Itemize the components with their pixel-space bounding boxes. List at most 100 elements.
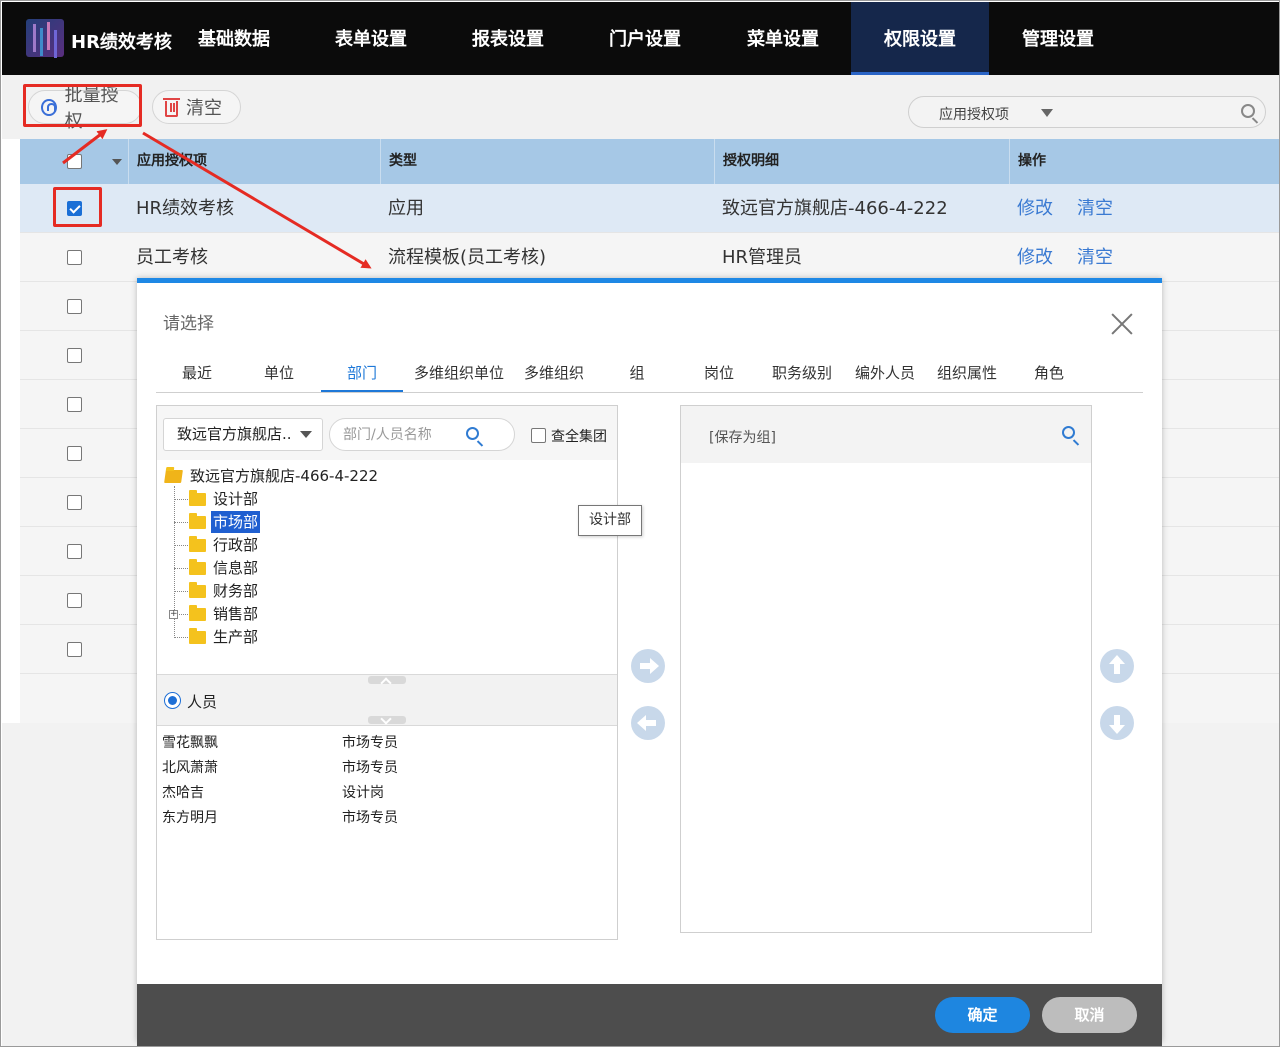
tab-group[interactable]: 组 bbox=[604, 353, 670, 392]
tab-multi-org[interactable]: 多维组织 bbox=[518, 353, 590, 392]
table-row[interactable]: HR绩效考核 应用 致远官方旗舰店-466-4-222 修改 清空 bbox=[20, 184, 1279, 233]
org-picker-panel: 致远官方旗舰店.. 查全集团 致远官方旗舰店-466-4-222 bbox=[156, 405, 618, 940]
tab-org-attributes[interactable]: 组织属性 bbox=[928, 353, 1006, 392]
folder-icon bbox=[189, 559, 206, 575]
app-window: HR绩效考核 基础数据 表单设置 报表设置 门户设置 菜单设置 权限设置 管理设… bbox=[0, 0, 1280, 1047]
folder-icon bbox=[189, 536, 206, 552]
row-checkbox[interactable] bbox=[67, 495, 82, 510]
tab-unit[interactable]: 单位 bbox=[246, 353, 312, 392]
cancel-button[interactable]: 取消 bbox=[1042, 997, 1137, 1033]
row-auth-item: HR绩效考核 bbox=[136, 198, 235, 219]
person-radio[interactable] bbox=[164, 692, 181, 709]
table-row[interactable]: 员工考核 流程模板(员工考核) HR管理员 修改 清空 bbox=[20, 233, 1279, 282]
annotation-highlight-batch-authorize bbox=[23, 84, 142, 127]
folder-icon bbox=[189, 513, 206, 529]
tree-root-node[interactable]: 致远官方旗舰店-466-4-222 bbox=[190, 465, 378, 487]
expand-plus-icon[interactable]: + bbox=[169, 610, 178, 619]
person-post: 市场专员 bbox=[342, 735, 398, 751]
nav-item-form-settings[interactable]: 表单设置 bbox=[320, 2, 422, 75]
tree-node-marketing-selected[interactable]: 市场部 bbox=[211, 511, 261, 533]
tree-node-sales[interactable]: 销售部 bbox=[213, 603, 258, 625]
search-all-group-label: 查全集团 bbox=[551, 429, 607, 445]
org-picker-header: 致远官方旗舰店.. 查全集团 bbox=[157, 406, 617, 460]
app-logo-icon bbox=[26, 19, 64, 57]
chevron-down-icon[interactable] bbox=[1041, 109, 1053, 117]
person-name: 北风萧萧 bbox=[162, 760, 218, 776]
tab-multi-org-unit[interactable]: 多维组织单位 bbox=[411, 353, 507, 392]
tab-recent[interactable]: 最近 bbox=[164, 353, 230, 392]
tab-department[interactable]: 部门 bbox=[321, 353, 403, 392]
select-dialog: 请选择 最近 单位 部门 多维组织单位 多维组织 组 岗位 职务级别 编外人员 … bbox=[137, 278, 1162, 1046]
search-field-select[interactable]: 应用授权项 bbox=[939, 104, 1009, 124]
person-radio-label: 人员 bbox=[187, 693, 218, 711]
add-right-arrow-icon[interactable] bbox=[631, 649, 665, 683]
select-all-checkbox[interactable] bbox=[67, 154, 82, 169]
row-type: 流程模板(员工考核) bbox=[388, 247, 547, 268]
dialog-tabs: 最近 单位 部门 多维组织单位 多维组织 组 岗位 职务级别 编外人员 组织属性… bbox=[156, 353, 1143, 393]
row-checkbox[interactable] bbox=[67, 250, 82, 265]
tab-external-staff[interactable]: 编外人员 bbox=[846, 353, 924, 392]
tab-job-level[interactable]: 职务级别 bbox=[764, 353, 840, 392]
move-up-arrow-icon[interactable] bbox=[1100, 649, 1134, 683]
tree-node-production[interactable]: 生产部 bbox=[213, 626, 258, 648]
tree-connector bbox=[174, 499, 188, 500]
row-checkbox[interactable] bbox=[67, 446, 82, 461]
nav-item-portal-settings[interactable]: 门户设置 bbox=[594, 2, 696, 75]
row-checkbox[interactable] bbox=[67, 397, 82, 412]
nav-item-basic-data[interactable]: 基础数据 bbox=[182, 2, 286, 75]
folder-icon bbox=[189, 628, 206, 644]
nav-item-report-settings[interactable]: 报表设置 bbox=[457, 2, 559, 75]
list-item[interactable]: 北风萧萧 市场专员 bbox=[157, 753, 617, 778]
search-box[interactable]: 应用授权项 bbox=[908, 96, 1266, 128]
column-header-auth-item: 应用授权项 bbox=[128, 139, 380, 184]
list-item[interactable]: 东方明月 市场专员 bbox=[157, 803, 617, 828]
tab-role[interactable]: 角色 bbox=[1016, 353, 1082, 392]
list-item[interactable]: 杰哈吉 设计岗 bbox=[157, 778, 617, 803]
clear-label: 清空 bbox=[186, 98, 222, 119]
folder-open-icon bbox=[164, 470, 183, 483]
dialog-title: 请选择 bbox=[163, 314, 214, 334]
expand-down-icon[interactable] bbox=[368, 716, 406, 724]
row-checkbox[interactable] bbox=[67, 642, 82, 657]
panel-splitter: 人员 bbox=[157, 674, 617, 726]
remove-left-arrow-icon[interactable] bbox=[631, 706, 665, 740]
nav-item-menu-settings[interactable]: 菜单设置 bbox=[732, 2, 834, 75]
move-down-arrow-icon[interactable] bbox=[1100, 706, 1134, 740]
close-icon[interactable] bbox=[1111, 313, 1133, 335]
confirm-button[interactable]: 确定 bbox=[935, 997, 1030, 1033]
column-header-auth-detail: 授权明细 bbox=[714, 139, 1009, 184]
search-icon[interactable] bbox=[466, 427, 479, 440]
save-as-group-link[interactable]: [保存为组] bbox=[709, 427, 776, 447]
row-checkbox[interactable] bbox=[67, 544, 82, 559]
row-clear-link[interactable]: 清空 bbox=[1077, 184, 1113, 233]
column-header-actions: 操作 bbox=[1009, 139, 1279, 184]
person-post: 市场专员 bbox=[342, 810, 398, 826]
app-brand: HR绩效考核 bbox=[71, 32, 172, 53]
unit-select[interactable]: 致远官方旗舰店.. bbox=[163, 418, 323, 451]
row-clear-link[interactable]: 清空 bbox=[1077, 233, 1113, 282]
collapse-up-icon[interactable] bbox=[368, 676, 406, 684]
selected-panel: [保存为组] bbox=[680, 405, 1092, 933]
list-item[interactable]: 雪花飘飘 市场专员 bbox=[157, 728, 617, 753]
row-edit-link[interactable]: 修改 bbox=[1017, 233, 1053, 282]
hover-tooltip: 设计部 bbox=[578, 505, 642, 536]
search-icon[interactable] bbox=[1062, 426, 1075, 439]
tree-node-design[interactable]: 设计部 bbox=[213, 488, 258, 510]
nav-item-admin-settings[interactable]: 管理设置 bbox=[1007, 2, 1109, 75]
tree-connector bbox=[174, 545, 188, 546]
row-checkbox[interactable] bbox=[67, 299, 82, 314]
department-search-input[interactable] bbox=[329, 418, 515, 451]
row-auth-item: 员工考核 bbox=[136, 247, 208, 268]
search-icon[interactable] bbox=[1241, 104, 1255, 118]
clear-button[interactable]: 清空 bbox=[152, 90, 241, 124]
row-checkbox[interactable] bbox=[67, 348, 82, 363]
row-edit-link[interactable]: 修改 bbox=[1017, 184, 1053, 233]
nav-item-permission-settings[interactable]: 权限设置 bbox=[851, 2, 989, 75]
tree-node-admin[interactable]: 行政部 bbox=[213, 534, 258, 556]
tab-position[interactable]: 岗位 bbox=[686, 353, 752, 392]
sort-caret-icon[interactable] bbox=[112, 159, 122, 165]
tree-node-it[interactable]: 信息部 bbox=[213, 557, 258, 579]
row-checkbox[interactable] bbox=[67, 593, 82, 608]
tree-node-finance[interactable]: 财务部 bbox=[213, 580, 258, 602]
search-all-group-checkbox[interactable] bbox=[531, 428, 546, 443]
